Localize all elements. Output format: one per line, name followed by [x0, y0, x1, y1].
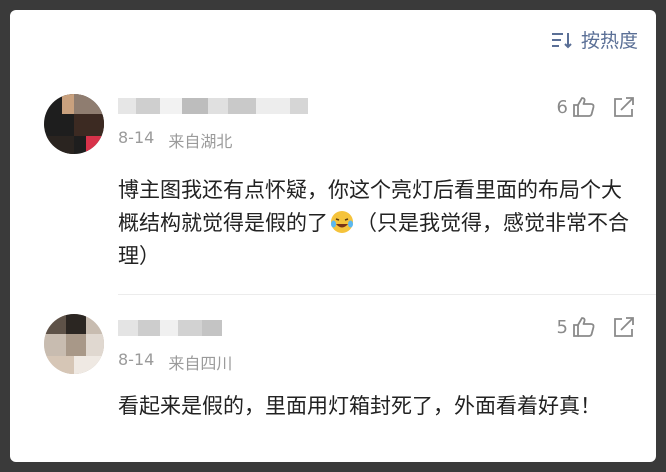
- comment-date: 8-14: [118, 350, 155, 369]
- sort-icon: [551, 32, 572, 48]
- share-icon[interactable]: [612, 316, 636, 338]
- comments-panel: 按热度 8-14 来自湖北 6 博主图我还有点怀疑，你这个亮灯后看里面的布局个大…: [10, 10, 656, 462]
- comment-date: 8-14: [118, 128, 155, 147]
- like-button[interactable]: 5: [557, 316, 596, 338]
- like-count: 6: [556, 96, 568, 118]
- avatar[interactable]: [44, 314, 104, 374]
- comment-text: 看起来是假的，里面用灯箱封死了，外面看着好真！: [118, 394, 601, 418]
- comment-meta: 8-14 来自湖北: [118, 128, 232, 152]
- share-icon[interactable]: [612, 96, 636, 118]
- like-count: 5: [556, 316, 568, 338]
- divider: [118, 294, 656, 295]
- avatar[interactable]: [44, 94, 104, 154]
- sort-by-hot-button[interactable]: 按热度: [551, 26, 638, 53]
- comment-actions: 5: [557, 316, 636, 338]
- thumbs-up-icon: [573, 317, 595, 337]
- username-blurred[interactable]: [118, 98, 308, 114]
- comment-meta: 8-14 来自四川: [118, 350, 232, 374]
- laughing-crying-emoji-icon: [331, 211, 353, 233]
- comment-text: 博主图我还有点怀疑，你这个亮灯后看里面的布局个大概结构就觉得是假的了 （只是我觉…: [118, 174, 638, 273]
- username-blurred[interactable]: [118, 320, 222, 336]
- sort-label: 按热度: [580, 30, 638, 52]
- thumbs-up-icon: [573, 97, 595, 117]
- comment-location: 来自湖北: [168, 132, 233, 151]
- comment-actions: 6: [557, 96, 636, 118]
- like-button[interactable]: 6: [557, 96, 596, 118]
- comment-location: 来自四川: [168, 354, 233, 373]
